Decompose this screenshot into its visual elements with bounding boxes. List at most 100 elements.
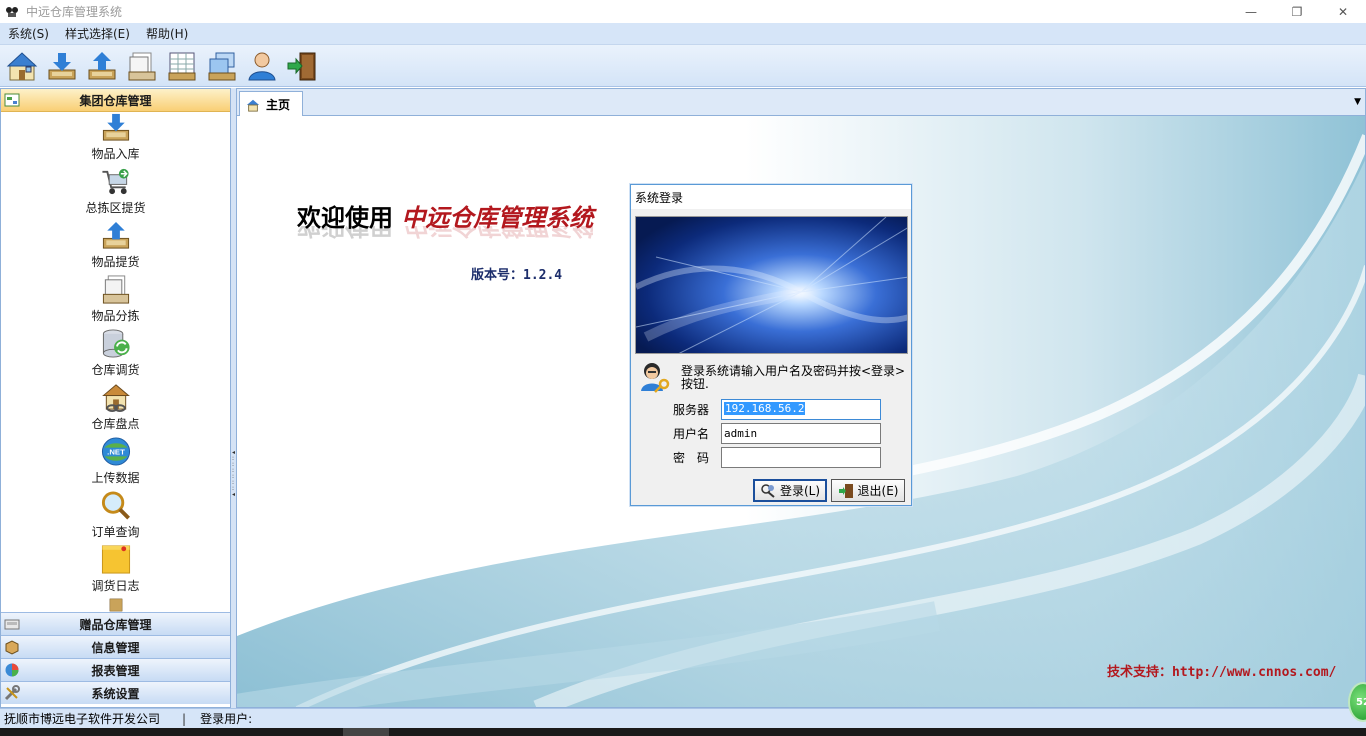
taskbar-item[interactable]	[343, 728, 389, 736]
nav-item-inventory[interactable]: 仓库盘点	[1, 382, 230, 436]
tab-list-dropdown[interactable]: ▼	[1354, 97, 1361, 107]
dotnet-globe-icon: .NET	[101, 437, 130, 466]
welcome-reflection-system-name: 中远仓库管理系统	[401, 226, 594, 241]
username-field-row: 用户名	[673, 422, 893, 444]
toolbar-download-button[interactable]	[44, 48, 80, 84]
nav-group-label: 集团仓库管理	[79, 93, 152, 108]
cart-icon	[101, 168, 129, 195]
nav-item-label: 上传数据	[91, 471, 140, 485]
upload-icon	[88, 51, 116, 79]
exit-button[interactable]: 退出(E)	[831, 479, 905, 502]
info-box-icon	[5, 640, 19, 655]
note-icon	[101, 545, 130, 574]
minimize-button[interactable]: —	[1228, 0, 1274, 23]
nav-item-partial[interactable]	[1, 598, 230, 612]
nav-item-label: 仓库调货	[91, 363, 140, 377]
nav-item-inbound[interactable]: 物品入库	[1, 112, 230, 166]
svg-text:.NET: .NET	[107, 447, 125, 456]
exit-button-label: 退出(E)	[857, 484, 899, 498]
nav-group-label: 信息管理	[91, 640, 140, 655]
inbox-download-icon	[102, 113, 129, 141]
welcome-reflection: 欢迎使用 中远仓库管理系统	[297, 226, 593, 246]
nav-group-gift-warehouse[interactable]: 赠品仓库管理	[1, 612, 230, 635]
gift-warehouse-icon	[4, 619, 20, 630]
toolbar	[0, 45, 1366, 87]
toolbar-upload-button[interactable]	[84, 48, 120, 84]
home-icon	[246, 99, 260, 112]
nav-group-label: 赠品仓库管理	[79, 617, 152, 632]
download-icon	[48, 52, 76, 79]
toolbar-documents-button[interactable]	[124, 48, 160, 84]
nav-item-label: 物品入库	[91, 147, 140, 161]
window-title: 中远仓库管理系统	[26, 5, 123, 19]
nav-item-pickup-area[interactable]: 总拣区提货	[1, 166, 230, 220]
nav-item-upload-data[interactable]: .NET 上传数据	[1, 436, 230, 490]
status-separator: |	[182, 711, 187, 726]
nav-item-order-query[interactable]: 订单查询	[1, 490, 230, 544]
nav-item-transfer[interactable]: 仓库调货	[1, 328, 230, 382]
menu-help[interactable]: 帮助(H)	[138, 25, 196, 42]
house-link-icon	[101, 384, 130, 413]
window-controls: — ❐ ✕	[1228, 0, 1366, 23]
nav-item-list: 物品入库 总拣区提货 物品提货 物品分拣 仓库调货 仓库盘点 .NET 上传数据	[1, 112, 230, 612]
restore-button[interactable]: ❐	[1274, 0, 1320, 23]
status-company: 抚顺市博远电子软件开发公司	[4, 712, 161, 726]
password-input[interactable]	[721, 446, 881, 468]
tech-support-link[interactable]: 技术支持：http://www.cnnos.com/	[1107, 661, 1336, 680]
menu-system[interactable]: 系统(S)	[0, 25, 57, 42]
nav-item-label: 仓库盘点	[91, 417, 140, 431]
tab-home[interactable]: 主页	[239, 91, 303, 117]
close-button[interactable]: ✕	[1320, 0, 1366, 23]
title-bar: 中远仓库管理系统 — ❐ ✕	[0, 0, 1366, 23]
documents-icon	[102, 275, 129, 304]
magnifier-icon	[101, 491, 130, 520]
toolbar-user-button[interactable]	[244, 48, 280, 84]
tab-label: 主页	[266, 98, 291, 112]
username-input[interactable]	[721, 422, 881, 444]
status-login-user: 登录用户:	[200, 712, 253, 726]
nav-item-label: 物品提货	[91, 255, 140, 269]
home-icon	[6, 51, 38, 80]
nav-group-group-warehouse[interactable]: 集团仓库管理	[1, 89, 230, 112]
nav-group-settings[interactable]: 系统设置	[1, 681, 230, 704]
nav-item-label: 总拣区提货	[85, 201, 146, 215]
taskbar-strip	[0, 728, 1366, 736]
nav-item-label: 订单查询	[91, 525, 140, 539]
nav-group-label: 系统设置	[91, 686, 140, 701]
toolbar-windows-button[interactable]	[204, 48, 240, 84]
username-label: 用户名	[673, 426, 710, 441]
login-dialog: 系统登录 登录系统请输入用户名及密码并按<登录>按钮. 服务器 192.168.…	[630, 184, 912, 506]
nav-item-sorting[interactable]: 物品分拣	[1, 274, 230, 328]
login-message-row: 登录系统请输入用户名及密码并按<登录>按钮.	[639, 361, 907, 393]
splitter-grip[interactable]: ◂:::::: ◂	[232, 450, 235, 510]
nav-group-label: 报表管理	[91, 663, 140, 678]
nav-item-pickup[interactable]: 物品提货	[1, 220, 230, 274]
nav-group-info[interactable]: 信息管理	[1, 635, 230, 658]
database-refresh-icon	[102, 329, 130, 358]
nav-item-label: 调货日志	[91, 579, 140, 593]
nav-group-report[interactable]: 报表管理	[1, 658, 230, 681]
nav-item-label: 物品分拣	[91, 309, 140, 323]
login-button-label: 登录(L)	[779, 484, 821, 498]
status-bar: 抚顺市博远电子软件开发公司 | 登录用户:	[0, 708, 1366, 728]
menu-bar: 系统(S) 样式选择(E) 帮助(H)	[0, 23, 1366, 45]
app-icon	[4, 4, 20, 20]
user-key-icon	[641, 363, 670, 393]
menu-style[interactable]: 样式选择(E)	[57, 25, 138, 42]
group-warehouse-icon	[4, 93, 20, 107]
password-label: 密 码	[673, 450, 710, 465]
user-icon	[248, 52, 276, 80]
toolbar-spreadsheet-button[interactable]	[164, 48, 200, 84]
server-selected-text: 192.168.56.2	[724, 401, 806, 415]
welcome-reflection-prefix: 欢迎使用	[297, 226, 393, 241]
login-banner-image	[635, 216, 908, 354]
toolbar-exit-button[interactable]	[284, 48, 320, 84]
login-button[interactable]: 登录(L)	[753, 479, 827, 502]
pie-chart-icon	[5, 663, 19, 677]
server-label: 服务器	[673, 402, 710, 417]
password-field-row: 密 码	[673, 446, 893, 468]
box-icon	[109, 598, 122, 612]
login-dialog-title: 系统登录	[631, 185, 911, 209]
toolbar-home-button[interactable]	[4, 48, 40, 84]
nav-item-transfer-log[interactable]: 调货日志	[1, 544, 230, 598]
